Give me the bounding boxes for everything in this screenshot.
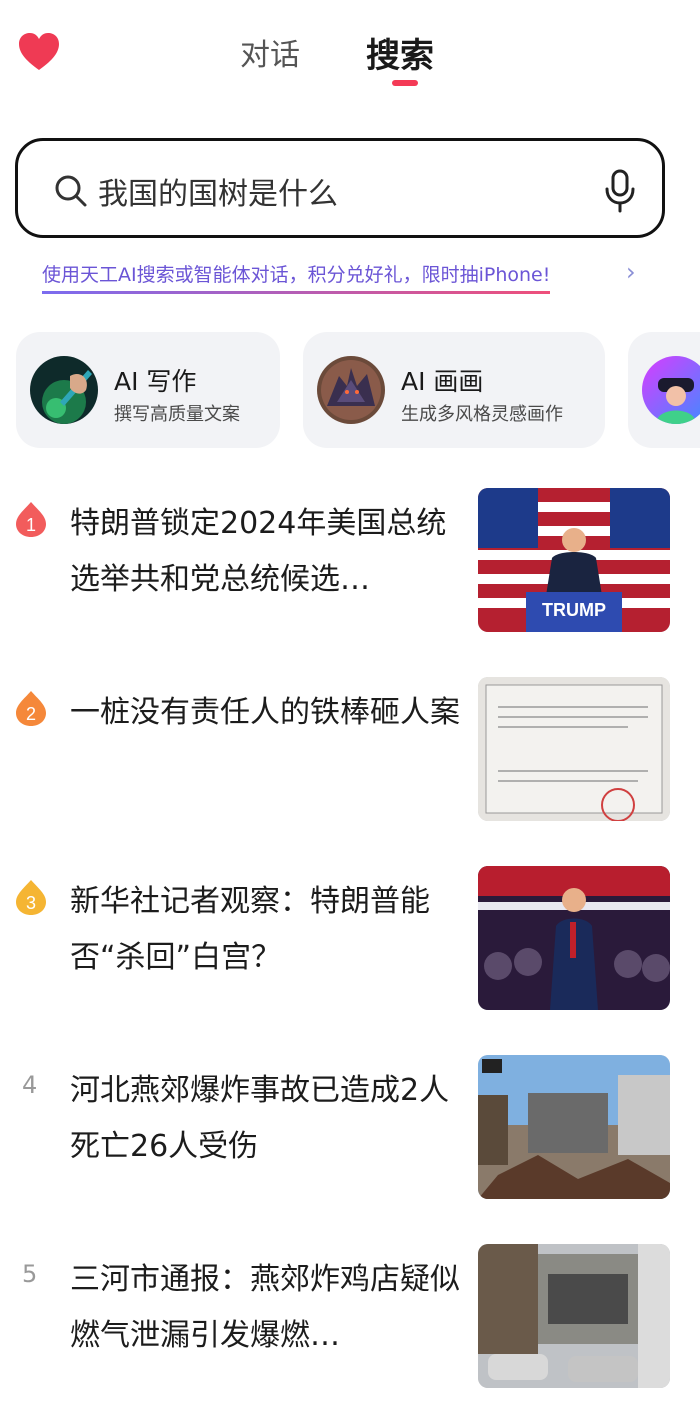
tab-chat[interactable]: 对话: [240, 30, 300, 74]
tab-search[interactable]: 搜索: [366, 28, 434, 77]
rank-number: 2: [26, 704, 36, 724]
rank-number: 4: [22, 1071, 38, 1099]
chevron-right-icon[interactable]: ›: [626, 258, 636, 286]
ai-writing-avatar: [30, 356, 98, 424]
microphone-icon[interactable]: [602, 169, 638, 213]
news-title: 三河市通报：燕郊炸鸡店疑似燃气泄漏引发爆燃…: [70, 1262, 460, 1353]
ai-feature-card-3[interactable]: [628, 332, 700, 448]
news-thumbnail: [478, 1244, 670, 1388]
news-item-1[interactable]: 1 特朗普锁定2024年美国总统选举共和党总统候选… TRUMP: [0, 488, 700, 638]
hot-rank-badge-icon: 3: [16, 880, 46, 915]
news-item-3[interactable]: 3 新华社记者观察：特朗普能否“杀回”白宫？: [0, 866, 700, 1016]
ai-writing-title: AI 写作: [114, 367, 197, 396]
active-tab-indicator: [392, 80, 418, 86]
news-item-5[interactable]: 5 三河市通报：燕郊炸鸡店疑似燃气泄漏引发爆燃…: [0, 1244, 700, 1394]
heart-icon[interactable]: [18, 32, 60, 72]
news-title: 河北燕郊爆炸事故已造成2人死亡26人受伤: [70, 1073, 450, 1164]
news-title: 新华社记者观察：特朗普能否“杀回”白宫？: [70, 884, 430, 975]
news-title: 一桩没有责任人的铁棒砸人案: [70, 695, 460, 730]
search-input[interactable]: 我国的国树是什么: [98, 169, 338, 213]
ai-drawing-card[interactable]: AI 画画 生成多风格灵感画作: [303, 332, 605, 448]
news-item-2[interactable]: 2 一桩没有责任人的铁棒砸人案: [0, 677, 700, 827]
ai-drawing-subtitle: 生成多风格灵感画作: [401, 404, 563, 425]
news-thumbnail: [478, 1055, 670, 1199]
news-thumbnail: TRUMP: [478, 488, 670, 632]
hot-rank-badge-icon: 2: [16, 691, 46, 726]
promo-banner-link[interactable]: 使用天工AI搜索或智能体对话，积分兑好礼，限时抽iPhone!: [42, 260, 551, 294]
ai-writing-subtitle: 撰写高质量文案: [114, 404, 240, 425]
search-icon: [55, 175, 87, 207]
news-thumbnail: [478, 866, 670, 1010]
news-item-4[interactable]: 4 河北燕郊爆炸事故已造成2人死亡26人受伤: [0, 1055, 700, 1205]
rank-number: 5: [22, 1260, 38, 1288]
news-title: 特朗普锁定2024年美国总统选举共和党总统候选…: [70, 506, 447, 597]
rank-number: 3: [26, 893, 36, 913]
ai-drawing-title: AI 画画: [401, 367, 484, 396]
ai-vr-avatar: [642, 356, 700, 424]
search-box[interactable]: 我国的国树是什么: [15, 138, 665, 238]
rank-number: 1: [26, 515, 36, 535]
hot-rank-badge-icon: 1: [16, 502, 46, 537]
news-thumbnail: [478, 677, 670, 821]
ai-drawing-avatar: [317, 356, 385, 424]
podium-sign-text: TRUMP: [542, 600, 606, 620]
ai-writing-card[interactable]: AI 写作 撰写高质量文案: [16, 332, 280, 448]
